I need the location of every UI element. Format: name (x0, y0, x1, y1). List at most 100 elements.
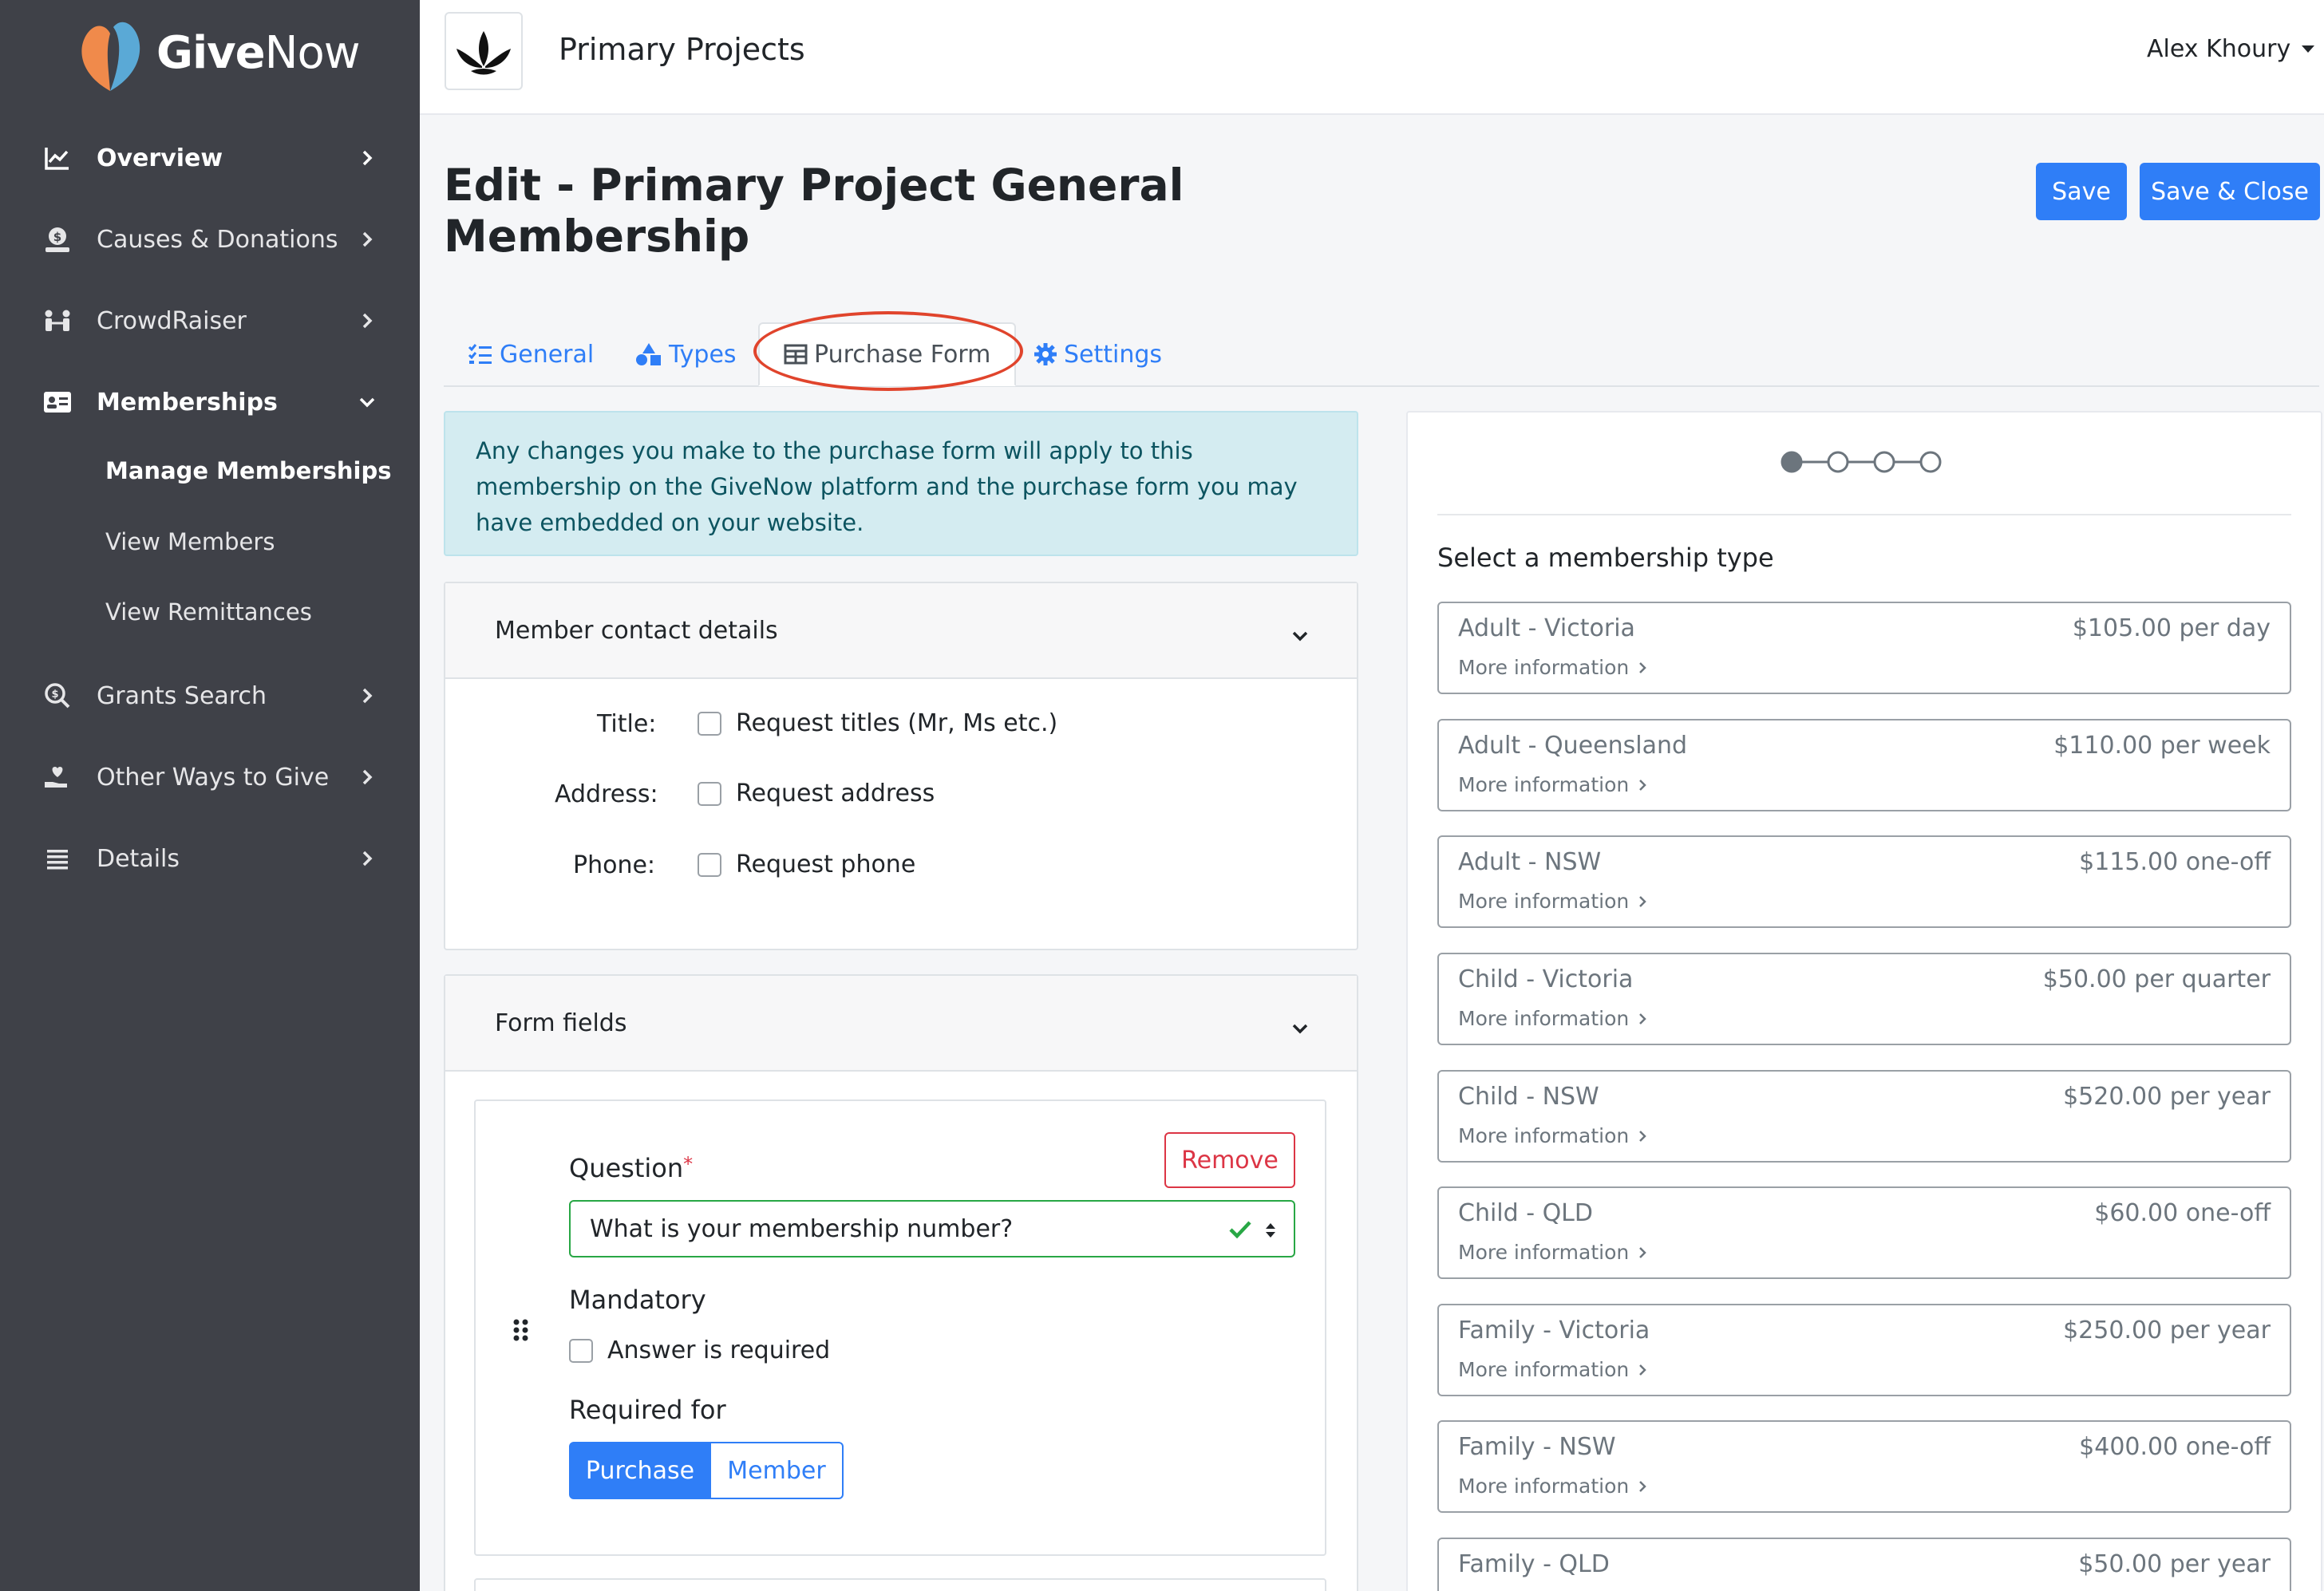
membership-type-name: Child - NSW (1458, 1083, 1599, 1111)
tab-general[interactable]: General (468, 322, 594, 386)
sidebar-item-label: Memberships (97, 388, 278, 417)
tab-label: Types (669, 340, 737, 369)
request-titles-checkbox[interactable] (698, 711, 721, 736)
more-information-link[interactable]: More information (1458, 1124, 1646, 1147)
required-for-toggle: Purchase Member (569, 1442, 844, 1499)
save-button[interactable]: Save (2036, 163, 2127, 220)
chevron-down-icon (356, 391, 378, 413)
chevron-right-icon (1639, 895, 1646, 907)
sidebar-item-other-ways-to-give[interactable]: Other Ways to Give (0, 741, 420, 813)
sidebar-item-causes-donations[interactable]: $ Causes & Donations (0, 203, 420, 275)
org-name[interactable]: Primary Projects (559, 32, 805, 67)
chevron-right-icon (1639, 1364, 1646, 1376)
sidebar-item-memberships[interactable]: Memberships (0, 366, 420, 438)
request-address-checkbox[interactable] (698, 781, 721, 806)
sidebar-item-overview[interactable]: Overview (0, 122, 420, 194)
user-menu[interactable]: Alex Khoury (2147, 35, 2315, 63)
membership-type-price: $520.00 per year (2063, 1083, 2271, 1111)
more-information-link[interactable]: More information (1458, 1007, 1646, 1030)
step-1-current (1781, 451, 1803, 473)
id-card-icon (42, 386, 73, 418)
drag-handle-icon[interactable] (512, 1318, 530, 1345)
sidebar-item-label: Details (97, 844, 180, 873)
answer-required-checkbox-row[interactable]: Answer is required (569, 1336, 830, 1364)
membership-type-price: $250.00 per year (2063, 1317, 2271, 1344)
chevron-right-icon (356, 147, 378, 169)
gear-icon (1034, 343, 1057, 365)
more-information-link[interactable]: More information (1458, 1475, 1646, 1498)
brand-wordmark: GiveNow (156, 26, 361, 79)
chevron-right-icon (1639, 661, 1646, 673)
annotation-highlight-ring (753, 311, 1023, 391)
more-information-link[interactable]: More information (1458, 1358, 1646, 1381)
list-icon (42, 843, 73, 874)
more-information-link[interactable]: More information (1458, 656, 1646, 679)
request-address-checkbox-row[interactable]: Request address (698, 780, 935, 807)
request-titles-checkbox-row[interactable]: Request titles (Mr, Ms etc.) (698, 709, 1057, 737)
membership-type-option[interactable]: Adult - Queensland $110.00 per week More… (1437, 719, 2291, 811)
user-name: Alex Khoury (2147, 35, 2291, 63)
request-phone-checkbox[interactable] (698, 852, 721, 877)
chevron-right-icon (1639, 779, 1646, 791)
membership-type-price: $50.00 per year (2078, 1550, 2271, 1578)
sidebar-item-label: CrowdRaiser (97, 306, 247, 335)
membership-type-option[interactable]: Family - Victoria $250.00 per year More … (1437, 1304, 2291, 1396)
sidebar-item-crowdraiser[interactable]: CrowdRaiser (0, 285, 420, 357)
sidebar-item-grants-search[interactable]: $ Grants Search (0, 660, 420, 732)
hand-heart-icon (42, 761, 73, 793)
membership-type-option[interactable]: Child - Victoria $50.00 per quarter More… (1437, 953, 2291, 1045)
contact-details-header[interactable]: Member contact details (445, 583, 1357, 679)
membership-type-name: Family - Victoria (1458, 1317, 1650, 1344)
select-arrows-icon (1266, 1223, 1275, 1238)
required-marker: * (683, 1153, 694, 1175)
lotus-icon (457, 31, 511, 75)
membership-type-option[interactable]: Family - NSW $400.00 one-off More inform… (1437, 1420, 2291, 1513)
more-information-link[interactable]: More information (1458, 890, 1646, 913)
required-for-member-button[interactable]: Member (711, 1442, 844, 1499)
chevron-right-icon (356, 228, 378, 251)
step-4 (1919, 451, 1942, 473)
request-phone-checkbox-row[interactable]: Request phone (698, 851, 915, 878)
sidebar-subitem-manage-memberships[interactable]: Manage Memberships (105, 457, 392, 484)
next-question-field-card (474, 1578, 1326, 1591)
membership-type-option[interactable]: Family - QLD $50.00 per year (1437, 1538, 2291, 1591)
membership-type-name: Family - QLD (1458, 1550, 1610, 1578)
step-2 (1827, 451, 1849, 473)
checkbox-label: Request titles (Mr, Ms etc.) (736, 709, 1058, 737)
search-dollar-icon: $ (42, 680, 73, 712)
chevron-right-icon (1639, 1130, 1646, 1142)
org-logo[interactable] (445, 12, 523, 90)
tab-types[interactable]: Types (635, 322, 737, 386)
info-alert: Any changes you make to the purchase for… (444, 411, 1358, 556)
membership-type-option[interactable]: Child - NSW $520.00 per year More inform… (1437, 1070, 2291, 1163)
svg-text:$: $ (51, 689, 58, 701)
brand-logo[interactable]: GiveNow (73, 11, 361, 94)
more-information-link[interactable]: More information (1458, 1241, 1646, 1264)
chevron-right-icon (1639, 1013, 1646, 1024)
save-close-button[interactable]: Save & Close (2140, 163, 2320, 220)
membership-type-option[interactable]: Child - QLD $60.00 one-off More informat… (1437, 1186, 2291, 1279)
question-select[interactable]: What is your membership number? (569, 1200, 1295, 1257)
mandatory-label: Mandatory (569, 1285, 706, 1315)
svg-text:$: $ (53, 230, 61, 244)
checkbox-label: Request address (736, 780, 935, 807)
membership-type-option[interactable]: Adult - NSW $115.00 one-off More informa… (1437, 835, 2291, 928)
phone-field-label: Phone: (573, 851, 656, 879)
tab-settings[interactable]: Settings (1034, 322, 1162, 386)
membership-type-option[interactable]: Adult - Victoria $105.00 per day More in… (1437, 602, 2291, 694)
sidebar-subitem-view-remittances[interactable]: View Remittances (105, 598, 312, 626)
required-for-purchase-button[interactable]: Purchase (569, 1442, 711, 1499)
sidebar-subitem-view-members[interactable]: View Members (105, 528, 275, 555)
chevron-right-icon (356, 847, 378, 870)
answer-required-checkbox[interactable] (569, 1338, 593, 1363)
remove-button[interactable]: Remove (1164, 1132, 1295, 1188)
givenow-heart-icon (81, 22, 140, 91)
sidebar-item-details[interactable]: Details (0, 823, 420, 894)
step-3 (1873, 451, 1895, 473)
membership-type-price: $60.00 one-off (2094, 1199, 2271, 1227)
caret-down-icon (2302, 45, 2315, 53)
membership-type-name: Adult - Queensland (1458, 732, 1688, 760)
form-fields-header[interactable]: Form fields (445, 976, 1357, 1072)
more-information-link[interactable]: More information (1458, 773, 1646, 796)
membership-type-price: $400.00 one-off (2079, 1433, 2271, 1461)
